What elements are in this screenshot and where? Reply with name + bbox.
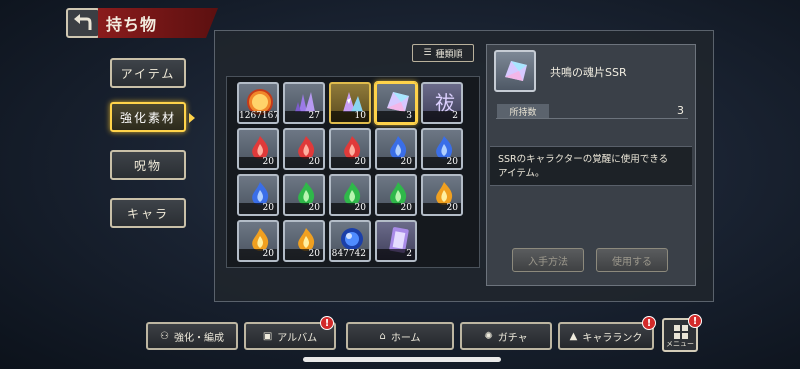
item-name: 共鳴の魂片SSR [550, 66, 627, 79]
notification-badge: ! [688, 314, 702, 328]
item-slot-green-flame[interactable]: 20 [329, 174, 371, 216]
description-line: SSRのキャラクターの覚醒に使用できる [498, 154, 669, 165]
item-count: 20 [377, 203, 415, 214]
home-icon: ⌂ [379, 330, 386, 342]
people-icon: ⚇ [160, 330, 169, 342]
item-slot-green-flame[interactable]: 20 [283, 174, 325, 216]
nav-label: アルバム [277, 332, 318, 344]
item-slot-yellow-flame[interactable]: 20 [421, 174, 463, 216]
item-slot-rainbow-crystal[interactable]: 10 [329, 82, 371, 124]
rank-icon: ▲ [569, 330, 578, 342]
detail-item-icon-frame [494, 50, 536, 92]
item-count: 20 [285, 249, 323, 260]
item-count: 20 [331, 157, 369, 168]
grid-menu-icon [674, 325, 688, 339]
item-count: 3 [377, 111, 415, 122]
item-count: 10 [331, 111, 369, 122]
item-count: 20 [285, 157, 323, 168]
item-count: 20 [331, 203, 369, 214]
item-count: 847742 [331, 249, 369, 260]
active-tab-arrow-icon [189, 113, 195, 123]
nav-home[interactable]: ⌂ ホーム [346, 322, 454, 350]
description-line: アイテム。 [498, 168, 545, 179]
nav-label: キャラランク [582, 332, 643, 344]
item-slot-soul-shard-ssr[interactable]: 3 [375, 82, 417, 124]
obtain-method-button[interactable]: 入手方法 [512, 248, 584, 272]
owned-label: 所持数 [497, 104, 549, 118]
menu-label: メニュー [666, 340, 694, 348]
back-button[interactable] [66, 8, 100, 38]
item-slot-yellow-flame[interactable]: 20 [283, 220, 325, 262]
item-slot-yellow-flame[interactable]: 20 [237, 220, 279, 262]
item-slot-red-flame[interactable]: 20 [283, 128, 325, 170]
back-arrow-icon [74, 14, 92, 30]
item-slot-blue-orb[interactable]: 847742 [329, 220, 371, 262]
sort-button[interactable]: ☰ 種類順 [412, 44, 474, 62]
item-count: 27 [285, 111, 323, 122]
item-count: 20 [423, 157, 461, 168]
nav-enhance-formation[interactable]: ⚇ 強化・編成 [146, 322, 238, 350]
tab-characters[interactable]: キャラ [110, 198, 186, 228]
rainbow-soul-shard-icon [505, 61, 527, 81]
item-slot-green-flame[interactable]: 20 [375, 174, 417, 216]
sort-icon: ☰ [423, 48, 432, 58]
tab-enhance-materials[interactable]: 強化素材 [110, 102, 186, 132]
notification-badge: ! [320, 316, 334, 330]
item-slot-blue-flame[interactable]: 20 [375, 128, 417, 170]
item-description: SSRのキャラクターの覚醒に使用できる アイテム。 [490, 146, 692, 186]
sort-label: 種類順 [435, 49, 463, 60]
use-button[interactable]: 使用する [596, 248, 668, 272]
tab-items[interactable]: アイテム [110, 58, 186, 88]
item-count: 20 [239, 203, 277, 214]
item-count: 20 [239, 249, 277, 260]
item-count: 2 [423, 111, 461, 122]
notification-badge: ! [642, 316, 656, 330]
nav-label: ホーム [390, 332, 421, 344]
nav-character-rank[interactable]: ▲ キャラランク [558, 322, 654, 350]
home-indicator [303, 357, 501, 362]
item-slot-purple-card[interactable]: 2 [375, 220, 417, 262]
page-title: 持ち物 [98, 8, 218, 38]
owned-value: 3 [677, 104, 684, 117]
item-count: 20 [239, 157, 277, 168]
item-slot-blue-flame[interactable]: 20 [421, 128, 463, 170]
tab-cursed-objects[interactable]: 呪物 [110, 150, 186, 180]
album-icon: ▣ [262, 330, 273, 342]
item-slot-purple-crystal[interactable]: 27 [283, 82, 325, 124]
item-count: 20 [285, 203, 323, 214]
item-count: 20 [377, 157, 415, 168]
item-slot-orange-orb[interactable]: 12671676 [237, 82, 279, 124]
nav-label: ガチャ [497, 332, 528, 344]
item-slot-blue-flame[interactable]: 20 [237, 174, 279, 216]
item-slot-red-flame[interactable]: 20 [237, 128, 279, 170]
gacha-icon: ✺ [484, 330, 493, 342]
item-count: 20 [423, 203, 461, 214]
item-slot-soul-fragment[interactable]: 祓 2 [421, 82, 463, 124]
item-count: 12671676 [239, 111, 279, 122]
nav-gacha[interactable]: ✺ ガチャ [460, 322, 552, 350]
item-count: 2 [377, 249, 415, 260]
nav-label: 強化・編成 [173, 332, 224, 344]
item-slot-red-flame[interactable]: 20 [329, 128, 371, 170]
